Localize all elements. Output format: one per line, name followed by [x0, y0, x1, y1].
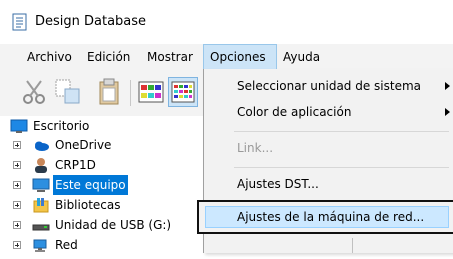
- tree-item-crp1d[interactable]: CRP1D: [0, 155, 205, 175]
- menu-item-label: Ajustes DST...: [237, 177, 319, 191]
- paste-icon: [94, 78, 124, 110]
- toolbar-separator: [130, 80, 131, 106]
- tree-item-label: Escritorio: [33, 119, 90, 133]
- usb-drive-icon: [32, 217, 50, 233]
- menu-item-label: Link...: [237, 141, 274, 155]
- menu-mostrar[interactable]: Mostrar: [141, 44, 199, 70]
- menu-item-color-aplicacion[interactable]: Color de aplicación: [204, 99, 453, 125]
- tree-item-label: Red: [55, 238, 78, 252]
- tree-item-usb-drive[interactable]: Unidad de USB (G:): [0, 215, 205, 235]
- expand-icon[interactable]: [13, 241, 21, 249]
- menu-archivo[interactable]: Archivo: [21, 44, 78, 70]
- large-icons-view-icon: [136, 81, 166, 110]
- expand-icon[interactable]: [13, 221, 21, 229]
- tree-item-label: Unidad de USB (G:): [55, 218, 172, 232]
- small-icons-view-icon: [169, 81, 197, 109]
- computer-icon: [32, 177, 50, 193]
- opciones-dropdown-menu: Seleccionar unidad de sistema Color de a…: [197, 69, 453, 253]
- menu-item-link: Link...: [204, 135, 453, 161]
- tree-item-escritorio[interactable]: Escritorio: [0, 116, 205, 136]
- design-database-window: Design Database Archivo Edición Mostrar …: [0, 0, 453, 253]
- menu-item-ajustes-maquina-red[interactable]: Ajustes de la máquina de red...: [197, 200, 453, 234]
- tree-item-label: OneDrive: [55, 138, 112, 152]
- toolbar: [0, 70, 205, 116]
- library-icon: [32, 197, 50, 213]
- menu-item-seleccionar-unidad[interactable]: Seleccionar unidad de sistema: [204, 73, 453, 99]
- user-icon: [32, 157, 50, 173]
- window-title: Design Database: [35, 14, 147, 29]
- menu-separator: [234, 131, 449, 132]
- menu-separator: [234, 167, 449, 168]
- tree-item-onedrive[interactable]: OneDrive: [0, 135, 205, 155]
- menu-item-label: Ajustes de la máquina de red...: [237, 210, 425, 224]
- copy-icon: [53, 79, 83, 110]
- title-bar: Design Database: [0, 0, 453, 44]
- menu-item-ajustes-dst[interactable]: Ajustes DST...: [204, 171, 453, 197]
- scissors-icon: [19, 80, 49, 110]
- tree-item-label: Este equipo: [53, 175, 128, 195]
- expand-icon[interactable]: [13, 141, 21, 149]
- folder-tree: Escritorio OneDrive CRP1D Este equipo Bi…: [0, 116, 205, 253]
- menu-edicion[interactable]: Edición: [81, 44, 136, 70]
- paste-button[interactable]: [94, 77, 124, 107]
- tree-item-bibliotecas[interactable]: Bibliotecas: [0, 195, 205, 215]
- copy-button[interactable]: [53, 77, 83, 107]
- menu-item-label: Seleccionar unidad de sistema: [237, 79, 422, 93]
- tree-item-label: CRP1D: [55, 158, 96, 172]
- onedrive-icon: [32, 137, 50, 153]
- cut-button[interactable]: [19, 77, 49, 107]
- menu-item-label: Color de aplicación: [237, 105, 352, 119]
- expand-icon[interactable]: [13, 201, 21, 209]
- menu-ayuda[interactable]: Ayuda: [277, 44, 326, 70]
- panel-divider: [352, 238, 353, 253]
- expand-icon[interactable]: [13, 181, 21, 189]
- network-icon: [32, 237, 50, 253]
- submenu-arrow-icon: [445, 82, 450, 90]
- tree-item-red[interactable]: Red: [0, 235, 205, 255]
- tree-item-label: Bibliotecas: [55, 198, 121, 212]
- small-icons-button[interactable]: [168, 77, 198, 107]
- expand-icon[interactable]: [13, 161, 21, 169]
- menu-bar: Archivo Edición Mostrar Opciones Ayuda: [0, 44, 453, 70]
- menu-opciones[interactable]: Opciones: [203, 44, 277, 70]
- submenu-arrow-icon: [445, 108, 450, 116]
- large-icons-button[interactable]: [136, 77, 166, 107]
- desktop-icon: [10, 118, 28, 134]
- database-list-icon: [12, 13, 28, 31]
- tree-item-este-equipo[interactable]: Este equipo: [0, 175, 205, 195]
